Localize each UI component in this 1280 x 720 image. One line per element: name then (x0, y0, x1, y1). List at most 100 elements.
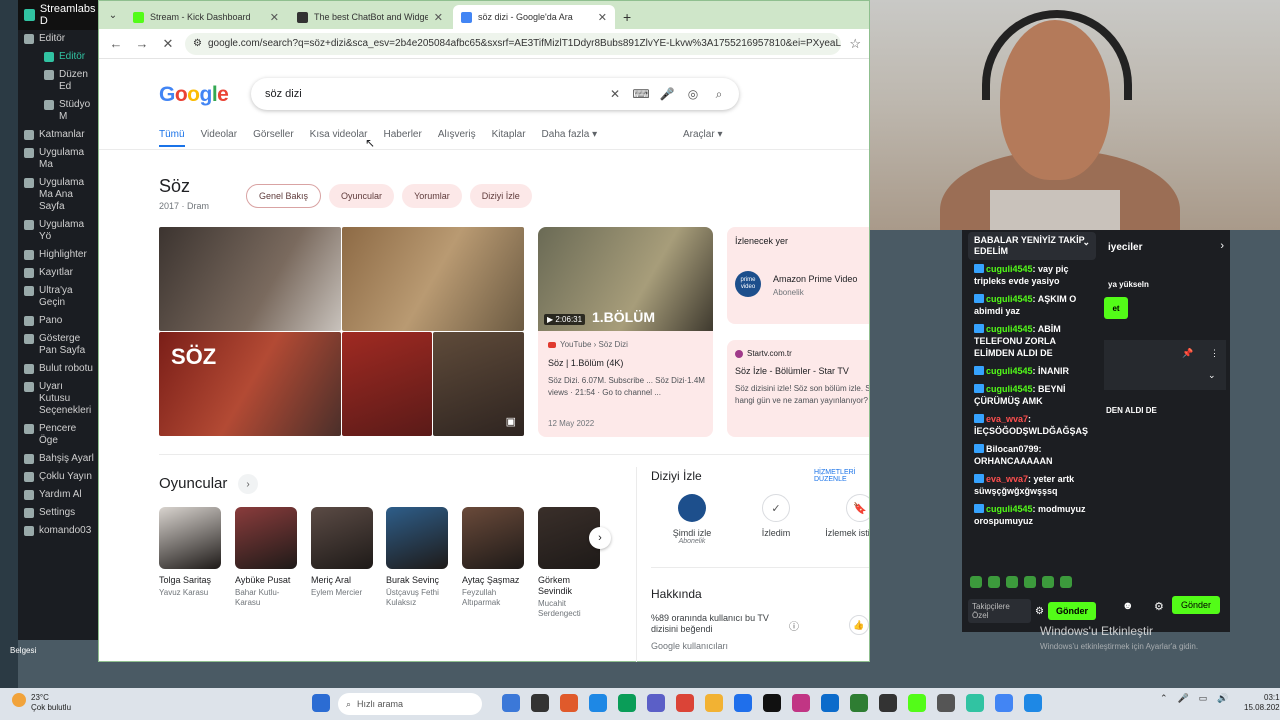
tab-close-icon[interactable]: ✕ (270, 11, 279, 24)
tab-search-icon[interactable]: ⌄ (103, 5, 123, 25)
chevron-up-icon[interactable]: ⌃ (1160, 693, 1168, 704)
search-tab[interactable]: Daha fazla ▾ (542, 129, 598, 147)
taskbar-app-icon[interactable] (763, 694, 781, 712)
cast-member[interactable]: Tolga Saritaş Yavuz Karasu (159, 507, 223, 598)
tools-button[interactable]: Araçlar ▾ (683, 129, 722, 140)
cast-next-icon[interactable]: › (589, 527, 611, 549)
send-button[interactable]: Gönder (1047, 602, 1096, 620)
chat-username[interactable]: cuguli4545 (986, 504, 1033, 514)
sidebar-item[interactable]: Gösterge Pan Sayfa (18, 330, 100, 360)
youtube-thumbnail[interactable]: ▶ 2:06:31 1.BÖLÜM (538, 227, 713, 331)
chat-username[interactable]: eva_wva7 (986, 474, 1028, 484)
back-icon[interactable]: ← (107, 36, 125, 51)
emoji-icon[interactable]: ☻ (1122, 600, 1134, 612)
cast-member[interactable]: Meriç Aral Eylem Mercier (311, 507, 375, 598)
chat-username[interactable]: cuguli4545 (986, 264, 1033, 274)
sidebar-item[interactable]: Stüdyo M (18, 96, 100, 126)
chevron-down-icon[interactable]: ⌄ (1082, 237, 1090, 248)
forward-icon[interactable]: → (133, 36, 151, 51)
taskbar-search[interactable]: ⌕ Hızlı arama (338, 693, 482, 715)
search-tab[interactable]: Alışveriş (438, 129, 476, 147)
where-to-watch-card[interactable]: İzlenecek yer prime video Amazon Prime V… (727, 227, 869, 324)
chat-username[interactable]: cuguli4545 (986, 324, 1033, 334)
chat-message[interactable]: cuguli4545: ABİM TELEFONU ZORLA ELİMDEN … (962, 320, 1102, 362)
youtube-card[interactable]: YouTube › Söz Dizi Söz | 1.Bölüm (4K) Sö… (538, 331, 713, 437)
sidebar-item[interactable]: Katmanlar (18, 126, 100, 144)
sidebar-item[interactable]: Uygulama Ma Ana Sayfa (18, 174, 100, 216)
search-input[interactable]: söz dizi (265, 88, 599, 100)
browser-tab[interactable]: The best ChatBot and Widgets ✕ (289, 5, 451, 29)
sidebar-item[interactable]: Uygulama Ma (18, 144, 100, 174)
more-icon[interactable]: ⋮ (1210, 348, 1219, 359)
reload-icon[interactable]: ✕ (159, 36, 177, 52)
poster-image-4[interactable] (342, 332, 432, 436)
volume-icon[interactable]: 🔊 (1217, 693, 1228, 704)
send-button[interactable]: Gönder (1172, 596, 1221, 614)
settings-gear-icon[interactable]: ⚙ (1154, 600, 1164, 613)
taskbar-app-icon[interactable] (850, 694, 868, 712)
clear-icon[interactable]: ✕ (605, 87, 625, 101)
sidebar-item[interactable]: Pencere Öge (18, 420, 100, 450)
thumbs-up-icon[interactable]: 👍 (849, 615, 869, 635)
sidebar-item[interactable]: Settings (18, 504, 100, 522)
taskbar-app-icon[interactable] (647, 694, 665, 712)
taskbar-app-icon[interactable] (995, 694, 1013, 712)
chat-message[interactable]: cuguli4545: vay piç tripleks evde yasiyo (962, 260, 1102, 290)
taskbar-app-icon[interactable] (966, 694, 984, 712)
sidebar-item[interactable]: Uygulama Yö (18, 216, 100, 246)
chat-username[interactable]: cuguli4545 (986, 294, 1033, 304)
taskbar-app-icon[interactable] (937, 694, 955, 712)
sidebar-item[interactable]: Yardım Al (18, 486, 100, 504)
taskbar-app-icon[interactable] (734, 694, 752, 712)
kp-chip[interactable]: Yorumlar (402, 184, 462, 208)
chevron-down-icon[interactable]: ⌄ (1208, 370, 1216, 381)
sidebar-item[interactable]: Uyarı Kutusu Seçenekleri (18, 378, 100, 420)
keyboard-icon[interactable]: ⌨ (631, 87, 651, 101)
search-tab[interactable]: Tümü (159, 129, 185, 147)
emote-icon[interactable] (1006, 576, 1018, 588)
poster-image-2[interactable] (342, 227, 524, 331)
pinned-message[interactable]: BABALAR YENİYİZ TAKİP EDELİM ⌄ (968, 232, 1096, 260)
chat-username[interactable]: eva_wva7 (986, 414, 1028, 424)
taskbar-app-icon[interactable] (705, 694, 723, 712)
taskbar-app-icon[interactable] (560, 694, 578, 712)
browser-tab[interactable]: Stream - Kick Dashboard ✕ (125, 5, 287, 29)
poster-image-1[interactable] (159, 227, 341, 331)
sidebar-item[interactable]: Düzen Ed (18, 66, 100, 96)
chat-message[interactable]: Bilocan0799: ORHANCAAAAAN (962, 440, 1102, 470)
taskbar-app-icon[interactable] (879, 694, 897, 712)
search-box[interactable]: söz dizi ✕ ⌨ 🎤 ◎ ⌕ (251, 78, 739, 110)
sidebar-item[interactable]: Editör (18, 30, 100, 48)
search-tab[interactable]: Videolar (201, 129, 238, 147)
watch-option[interactable]: 🔖 İzlemek istiyorum (818, 494, 869, 538)
search-icon[interactable]: ⌕ (709, 87, 729, 102)
search-tab[interactable]: Görseller (253, 129, 294, 147)
taskbar-app-icon[interactable] (502, 694, 520, 712)
pin-icon[interactable]: 📌 (1182, 348, 1193, 359)
chat-username[interactable]: cuguli4545 (986, 366, 1033, 376)
kp-chip[interactable]: Diziyi İzle (469, 184, 532, 208)
taskbar-app-icon[interactable] (618, 694, 636, 712)
windows-start-icon[interactable] (312, 694, 330, 712)
network-icon[interactable]: ▭ (1199, 693, 1208, 704)
tab-close-icon[interactable]: ✕ (434, 11, 443, 24)
cast-member[interactable]: Görkem Sevindik Mucahit Serdengecti (538, 507, 602, 619)
site-info-icon[interactable]: ⚙ (193, 38, 202, 49)
microphone-icon[interactable]: 🎤 (1178, 693, 1189, 704)
cast-member[interactable]: Burak Sevinç Üstçavuş Fethi Kulaksız (386, 507, 450, 608)
weather-widget[interactable]: 23°C Çok bulutlu (12, 693, 71, 713)
emote-icon[interactable] (1024, 576, 1036, 588)
chat-message[interactable]: cuguli4545: BEYNİ ÇÜRÜMÜŞ AMK (962, 380, 1102, 410)
sidebar-item[interactable]: Pano (18, 312, 100, 330)
chevron-right-icon[interactable]: › (1220, 240, 1224, 252)
sidebar-item[interactable]: Çoklu Yayın (18, 468, 100, 486)
cast-member[interactable]: Aytaç Şaşmaz Feyzullah Altıparmak (462, 507, 526, 608)
emote-icon[interactable] (970, 576, 982, 588)
cast-expand-icon[interactable]: › (238, 474, 258, 494)
sidebar-item[interactable]: Kayıtlar (18, 264, 100, 282)
sidebar-item[interactable]: komando03 (18, 522, 100, 540)
search-tab[interactable]: Kitaplar (492, 129, 526, 147)
taskbar-app-icon[interactable] (589, 694, 607, 712)
google-logo[interactable]: Google (159, 83, 229, 107)
kp-chip[interactable]: Genel Bakış (246, 184, 322, 208)
